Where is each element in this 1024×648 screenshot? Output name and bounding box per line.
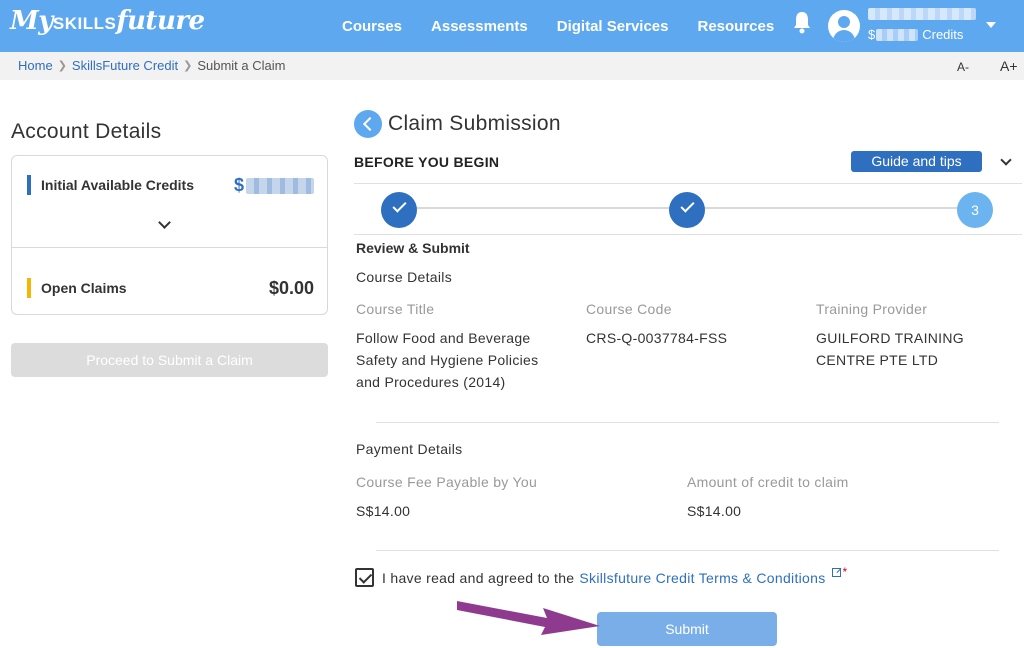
initial-credits-prefix: $ (233, 175, 244, 195)
submit-button[interactable]: Submit (597, 612, 777, 646)
logo-future: future (116, 6, 205, 36)
font-decrease-button[interactable]: A- (957, 60, 969, 74)
credit-to-claim-label: Amount of credit to claim (687, 474, 849, 490)
terms-agreement-row: I have read and agreed to the Skillsfutu… (355, 564, 848, 587)
review-submit-heading: Review & Submit (356, 240, 470, 256)
payment-details-heading: Payment Details (356, 441, 463, 457)
proceed-to-submit-claim-button[interactable]: Proceed to Submit a Claim (11, 343, 328, 377)
initial-credits-accent-bar (27, 175, 31, 195)
divider (376, 422, 999, 423)
bell-icon[interactable] (792, 10, 812, 34)
open-claims-label: Open Claims (41, 280, 127, 296)
breadcrumb: Home ❯ SkillsFuture Credit ❯ Submit a Cl… (18, 58, 285, 73)
nav-resources[interactable]: Resources (698, 18, 775, 35)
user-credits[interactable]: $ Credits (868, 27, 963, 42)
course-title-label: Course Title (356, 301, 435, 317)
external-link-icon[interactable] (831, 568, 841, 577)
breadcrumb-bar: Home ❯ SkillsFuture Credit ❯ Submit a Cl… (0, 52, 1024, 80)
open-claims-amount: $0.00 (268, 278, 314, 298)
chevron-right-icon: ❯ (57, 60, 67, 72)
breadcrumb-home[interactable]: Home (18, 58, 53, 73)
card-divider (12, 247, 327, 248)
terms-conditions-link[interactable]: Skillsfuture Credit Terms & Conditions (579, 570, 825, 586)
divider (354, 183, 1022, 184)
credits-suffix: Credits (922, 27, 964, 42)
logo-skills: SKILLS (52, 14, 117, 33)
back-arrow-icon[interactable] (354, 110, 382, 138)
course-title-value: Follow Food and Beverage Safety and Hygi… (356, 330, 539, 390)
logo-my: My (10, 6, 53, 36)
font-increase-button[interactable]: A+ (1000, 58, 1018, 74)
nav-assessments[interactable]: Assessments (431, 18, 528, 35)
user-name-redacted[interactable] (868, 8, 976, 20)
course-code-value: CRS-Q-0037784-FSS (586, 330, 728, 346)
credits-prefix: $ (868, 27, 876, 42)
divider (354, 234, 1022, 235)
breadcrumb-current: Submit a Claim (197, 58, 286, 73)
user-avatar-icon[interactable] (828, 10, 860, 42)
chevron-down-icon[interactable] (1000, 154, 1012, 166)
chevron-right-icon: ❯ (183, 60, 193, 72)
terms-prefix-text: I have read and agreed to the (382, 569, 575, 586)
top-navbar: MySKILLSfuture Courses Assessments Digit… (0, 0, 1024, 52)
initial-credits-amount: $ (234, 175, 314, 196)
divider (376, 550, 999, 551)
account-details-title: Account Details (11, 120, 162, 143)
initial-credits-redacted (246, 177, 314, 194)
open-claims-accent-bar (27, 278, 31, 298)
course-fee-value: S$14.00 (356, 503, 411, 519)
annotation-arrow-icon (457, 601, 600, 635)
step-1-complete (381, 192, 417, 228)
nav-courses[interactable]: Courses (342, 18, 402, 35)
check-icon (680, 198, 695, 213)
check-icon (392, 198, 407, 213)
claim-submission-title: Claim Submission (388, 112, 561, 135)
course-details-heading: Course Details (356, 269, 453, 285)
account-details-card: Initial Available Credits $ Open Claims … (11, 155, 328, 315)
caret-down-icon[interactable] (986, 22, 996, 28)
before-you-begin-heading[interactable]: BEFORE YOU BEGIN (354, 154, 499, 170)
required-asterisk: * (842, 564, 848, 579)
initial-credits-label: Initial Available Credits (41, 177, 195, 193)
course-fee-label: Course Fee Payable by You (356, 474, 538, 490)
nav-digital-services[interactable]: Digital Services (557, 18, 669, 35)
credit-to-claim-value: S$14.00 (687, 503, 742, 519)
chevron-down-icon[interactable] (158, 216, 171, 229)
guide-and-tips-button[interactable]: Guide and tips (851, 151, 982, 172)
training-provider-label: Training Provider (816, 301, 928, 317)
main-nav: Courses Assessments Digital Services Res… (342, 0, 803, 52)
breadcrumb-skillsfuture-credit[interactable]: SkillsFuture Credit (72, 58, 178, 73)
course-code-label: Course Code (586, 301, 672, 317)
step-3-current: 3 (957, 192, 993, 228)
training-provider-value: GUILFORD TRAINING CENTRE PTE LTD (816, 330, 964, 368)
myskillsfuture-logo[interactable]: MySKILLSfuture (10, 6, 205, 36)
step-2-complete (669, 192, 705, 228)
credits-redacted (876, 28, 919, 41)
terms-checkbox[interactable] (355, 568, 374, 587)
